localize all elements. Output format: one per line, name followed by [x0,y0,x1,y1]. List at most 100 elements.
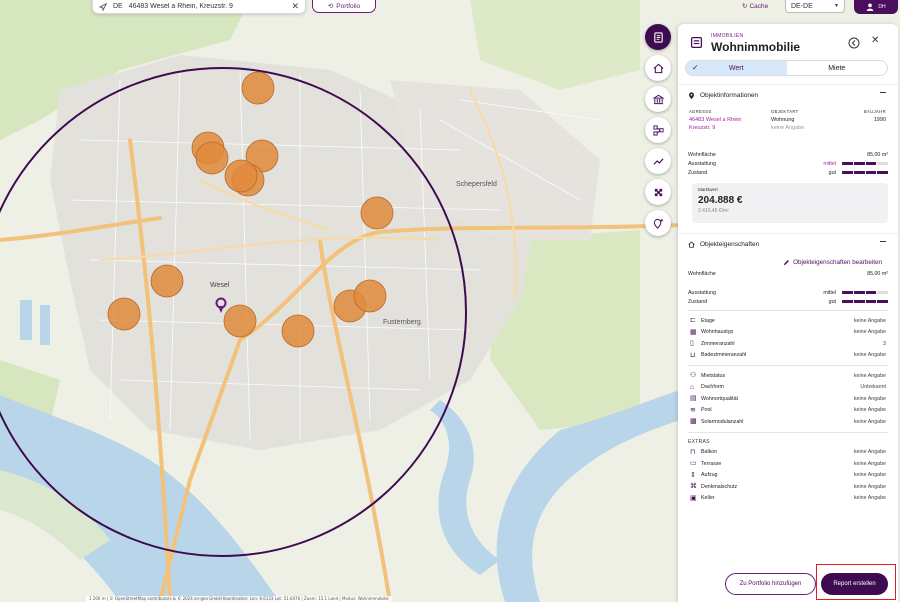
tab-miete-label: Miete [828,64,846,72]
property-group-1: ⊏ Etage keine Angabe ▦ Wohnhaustyp keine Anga… [678,315,898,361]
user-menu-button[interactable]: DH [854,0,898,14]
property-label: Pool [701,407,712,414]
property-value: keine Angabe [853,407,886,414]
bank-icon [652,94,664,104]
address-search-bar[interactable]: DE 46483 Wesel a Rhein, Kreuzstr. 9 ✕ [92,0,306,14]
property-label: Dachform [701,384,724,391]
add-to-portfolio-button[interactable]: Zu Portfolio hinzufügen [725,573,816,595]
cache-button[interactable]: ↻ Cache [742,0,768,12]
map-label-district-1: Schepersfeld [456,181,497,188]
rail-button-add-location[interactable] [645,210,671,236]
map-label-district-2: Fusternberg [383,319,421,326]
market-value-box: Marktwert 204.888 € 2.410,45 €/m² [692,183,888,223]
address-line-1[interactable]: 46483 Wesel a Rhein [689,117,742,123]
living-area-label: Wohnfläche [688,151,716,158]
property-label: Keller [701,495,715,502]
property-row: ⌂ Dachform Unbekannt [678,382,898,394]
property-label: Wohnortqualität [701,395,739,402]
prop-equipment-label: Ausstattung [688,289,716,296]
property-panel: IMMOBILIEN Wohnimmobilie ✕ ✓ Wert Miete O… [678,24,898,602]
condition-value: gut [828,169,836,176]
balcony-icon: ⊓ [690,448,696,456]
locale-select[interactable]: DE-DE ▼ [785,0,845,13]
comparable-marker[interactable] [195,141,229,175]
property-label: Aufzug [701,472,718,479]
properties-header[interactable]: Objekteigenschaften [678,233,898,255]
market-value-label: Marktwert [698,187,718,192]
building-icon: ▦ [690,328,697,336]
property-row: ▣ Keller keine Angabe [678,493,898,505]
property-row: ▯ Zimmeranzahl 3 [678,338,898,350]
comparable-marker[interactable] [241,71,275,105]
edit-properties-link[interactable]: Objekteigenschaften bearbeiten [678,255,898,269]
property-value: keine Angabe [853,329,886,336]
address-line-2[interactable]: Kreuzstr. 9 [689,125,715,131]
prop-condition-row: Zustand gut [678,297,898,306]
equipment-label: Ausstattung [688,160,716,167]
rail-button-institution[interactable] [645,86,671,112]
property-label: Zimmeranzahl [701,340,735,347]
object-type-label: OBJEKTART [771,109,799,114]
collapse-icon[interactable] [880,92,886,93]
tab-miete[interactable]: Miete [787,61,888,75]
avatar-initials: DH [878,4,886,10]
clear-search-icon[interactable]: ✕ [291,1,299,12]
stairs-icon: ⊏ [690,317,696,325]
close-icon[interactable]: ✕ [871,36,879,46]
property-row: ▦ Wohnhaustyp keine Angabe [678,327,898,339]
portfolio-button[interactable]: ⟲ Portfolio [312,0,376,13]
prop-condition-label: Zustand [688,298,708,305]
comparable-marker[interactable] [224,159,258,193]
back-icon[interactable] [848,37,860,49]
history-icon: ↻ [742,3,748,10]
divider [688,431,888,433]
portfolio-label: Portfolio [336,2,361,10]
property-label: Mietstatus [701,372,726,379]
object-info-grid: ADRESSE 46483 Wesel a Rhein Kreuzstr. 9 … [678,106,898,150]
comparable-marker[interactable] [281,314,315,348]
search-input[interactable]: 46483 Wesel a Rhein, Kreuzstr. 9 [129,3,286,10]
property-label: Terrasse [701,460,722,467]
object-info-header[interactable]: Objektinformationen [678,84,898,106]
rail-button-network[interactable] [645,117,671,143]
prop-living-area-value: 85,00 m² [867,270,888,277]
extras-label: EXTRAS [688,438,710,445]
navigation-arrow-icon [99,2,107,11]
comparable-marker[interactable] [107,297,141,331]
comparable-marker[interactable] [353,279,387,313]
panel-title: Wohnimmobilie [711,40,801,54]
comparable-marker[interactable] [223,304,257,338]
rail-button-details[interactable] [645,24,671,50]
property-row: ▩ Solarmodulanzahl keine Angabe [678,416,898,428]
house-icon [653,63,663,73]
roof-icon: ⌂ [690,383,695,391]
property-row: ▤ Wohnortqualität keine Angabe [678,393,898,405]
property-label: Wohnhaustyp [701,329,734,336]
check-icon: ✓ [692,63,699,72]
object-type-value: Wohnung [771,117,795,123]
living-area-value: 85,00 m² [867,151,888,158]
chevron-down-icon: ▼ [834,3,839,9]
apartment-icon [690,36,703,49]
prop-condition-value: gut [828,298,836,305]
comparable-marker[interactable] [360,196,394,230]
property-label: Etage [701,317,715,324]
locale-value: DE-DE [791,2,813,10]
door-icon: ▯ [690,340,694,348]
comparable-marker[interactable] [150,264,184,298]
property-value: keine Angabe [853,372,886,379]
prop-equipment-level-bar [842,291,888,294]
condition-level-bar [842,171,888,174]
properties-heading: Objekteigenschaften [700,241,760,248]
panel-kicker: IMMOBILIEN [711,33,744,39]
cache-label: Cache [749,2,769,10]
rail-button-trend[interactable] [645,148,671,174]
collapse-icon[interactable] [880,241,886,242]
tab-wert[interactable]: ✓ Wert [686,61,787,75]
rail-button-heatmap[interactable] [645,179,671,205]
user-icon [867,3,874,11]
cellar-icon: ▣ [690,494,697,502]
property-label: Denkmalschutz [701,483,738,490]
rail-button-home[interactable] [645,55,671,81]
prop-condition-level-bar [842,300,888,303]
